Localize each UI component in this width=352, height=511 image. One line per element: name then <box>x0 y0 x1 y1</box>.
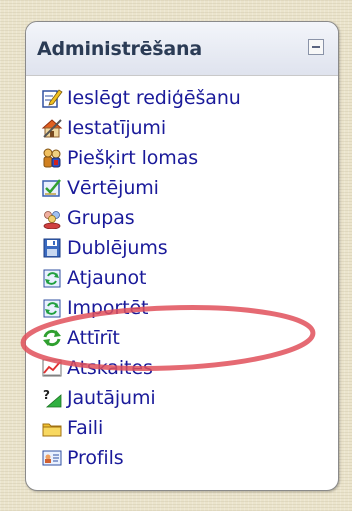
menu-label: Atskaites <box>67 357 153 379</box>
menu-item-files[interactable]: Faili <box>41 413 241 443</box>
block-title: Administrēšana <box>37 38 202 60</box>
admin-menu: Ieslēgt rediģēšanu Iestatījumi Piešķirt … <box>41 83 241 473</box>
grades-icon <box>41 177 63 199</box>
menu-label: Importēt <box>67 297 149 319</box>
menu-item-import[interactable]: Importēt <box>41 293 241 323</box>
menu-label: Grupas <box>67 207 135 229</box>
menu-item-restore[interactable]: Atjaunot <box>41 263 241 293</box>
menu-label: Piešķirt lomas <box>67 147 199 169</box>
folder-icon <box>41 417 63 439</box>
administration-block: Administrēšana Ieslēgt rediģēšanu Iestat… <box>25 21 339 491</box>
assign-roles-icon <box>41 147 63 169</box>
menu-label: Faili <box>67 417 104 439</box>
menu-item-profile[interactable]: Profils <box>41 443 241 473</box>
restore-icon <box>41 267 63 289</box>
menu-item-reset[interactable]: Attīrīt <box>41 323 241 353</box>
questions-icon: ? <box>41 387 63 409</box>
block-header: Administrēšana <box>26 22 338 76</box>
menu-label: Iestatījumi <box>67 117 167 139</box>
menu-item-backup[interactable]: Dublējums <box>41 233 241 263</box>
svg-text:?: ? <box>43 388 50 402</box>
menu-item-groups[interactable]: Grupas <box>41 203 241 233</box>
import-icon <box>41 297 63 319</box>
reports-icon <box>41 357 63 379</box>
menu-label: Ieslēgt rediģēšanu <box>67 87 241 109</box>
reset-icon <box>41 327 63 349</box>
menu-item-reports[interactable]: Atskaites <box>41 353 241 383</box>
menu-item-questions[interactable]: ? Jautājumi <box>41 383 241 413</box>
menu-label: Vērtējumi <box>67 177 159 199</box>
menu-label: Dublējums <box>67 237 168 259</box>
menu-item-settings[interactable]: Iestatījumi <box>41 113 241 143</box>
profile-icon <box>41 447 63 469</box>
backup-icon <box>41 237 63 259</box>
menu-item-turn-editing-on[interactable]: Ieslēgt rediģēšanu <box>41 83 241 113</box>
menu-item-assign-roles[interactable]: Piešķirt lomas <box>41 143 241 173</box>
menu-item-grades[interactable]: Vērtējumi <box>41 173 241 203</box>
edit-icon <box>41 87 63 109</box>
settings-icon <box>41 117 63 139</box>
menu-label: Attīrīt <box>67 327 120 349</box>
menu-label: Profils <box>67 447 124 469</box>
menu-label: Atjaunot <box>67 267 147 289</box>
collapse-icon[interactable] <box>308 39 324 55</box>
menu-label: Jautājumi <box>67 387 156 409</box>
groups-icon <box>41 207 63 229</box>
